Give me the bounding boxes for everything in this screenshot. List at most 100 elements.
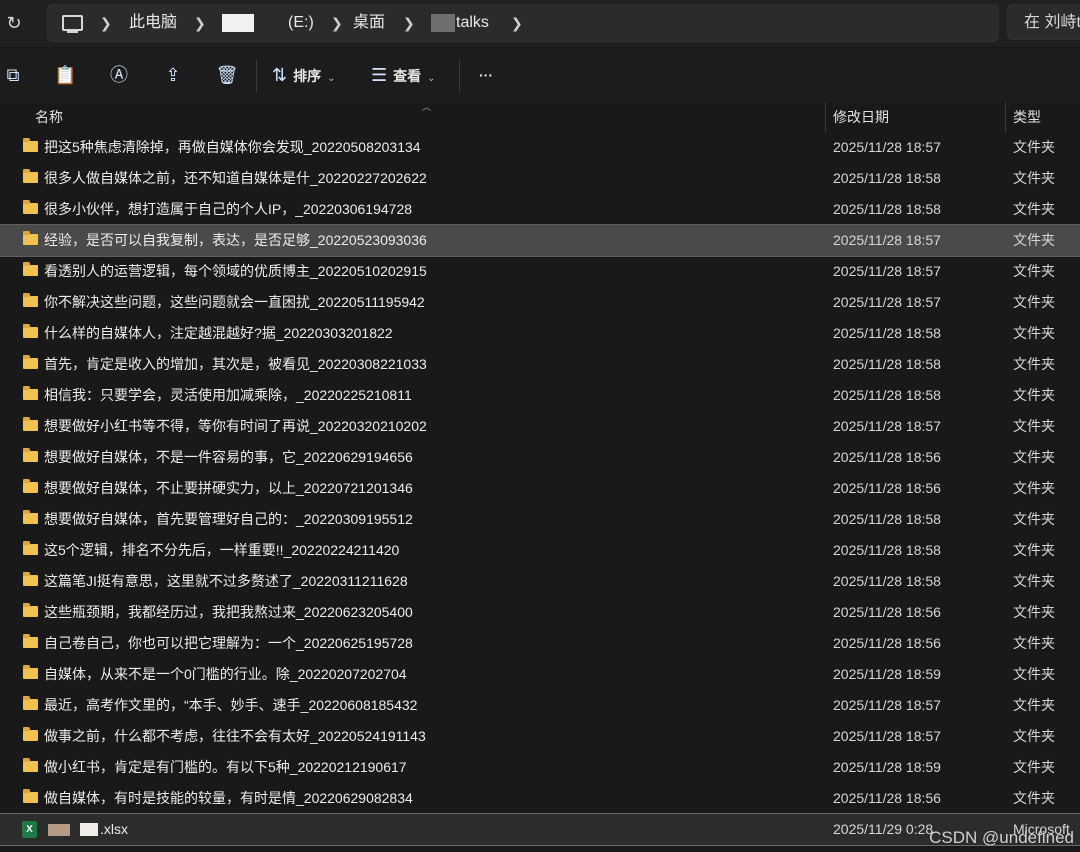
search-input[interactable]: 在 刘峙t <box>1007 4 1080 40</box>
excel-icon: X <box>22 821 37 838</box>
copy-icon[interactable]: ⧉ <box>2 61 24 89</box>
folder-icon <box>23 138 38 152</box>
list-item[interactable]: 什么样的自媒体人，注定越混越好?据_20220303201822 2025/11/… <box>0 318 1080 349</box>
folder-icon <box>23 758 38 772</box>
list-item[interactable]: 做自媒体，有时是技能的较量，有时是情_20220629082834 2025/11… <box>0 783 1080 814</box>
list-item[interactable]: 看透别人的运营逻辑，每个领域的优质博主_20220510202915 2025/1… <box>0 256 1080 287</box>
item-type: 文件夹 <box>1013 790 1055 806</box>
list-item[interactable]: 首先，肯定是收入的增加，其次是，被看见_20220308221033 2025/1… <box>0 349 1080 380</box>
list-item[interactable]: 最近，高考作文里的，“本手、妙手、速手_20220608185432 2025/1… <box>0 690 1080 721</box>
list-item-xlsx[interactable]: X .xlsx 2025/11/29 0:28 Microsoft <box>0 813 1080 846</box>
item-name: 做小红书，肯定是有门槛的。有以下5种_20220212190617 <box>44 759 407 775</box>
address-bar-row: ↻ ❯ 此电脑 ❯ (E:) ❯ 桌面 ❯ talks ❯ 在 刘峙t <box>0 0 1080 47</box>
sort-button[interactable]: ⇅ 排序 ⌄ <box>272 61 344 89</box>
folder-icon <box>23 572 38 586</box>
toolbar-divider <box>459 59 460 93</box>
item-name: .xlsx <box>100 821 128 837</box>
chevron-right-icon[interactable]: ❯ <box>403 5 415 41</box>
list-item[interactable]: 自己卷自己，你也可以把它理解为：一个_20220625195728 2025/11… <box>0 628 1080 659</box>
redacted-filename <box>80 823 98 836</box>
chevron-right-icon[interactable]: ❯ <box>511 5 523 41</box>
folder-icon <box>23 324 38 338</box>
item-type: 文件夹 <box>1013 325 1055 341</box>
item-modified: 2025/11/28 18:56 <box>833 449 941 465</box>
breadcrumb-desktop[interactable]: 桌面 <box>353 5 385 41</box>
folder-icon <box>23 634 38 648</box>
item-modified: 2025/11/28 18:58 <box>833 573 941 589</box>
item-modified: 2025/11/28 18:58 <box>833 325 941 341</box>
item-modified: 2025/11/28 18:57 <box>833 139 941 155</box>
breadcrumb-folder[interactable]: talks <box>456 5 489 41</box>
folder-icon <box>23 293 38 307</box>
item-name: 首先，肯定是收入的增加，其次是，被看见_20220308221033 <box>44 356 427 372</box>
item-name: 经验，是否可以自我复制，表达，是否足够_20220523093036 <box>44 232 427 248</box>
folder-icon <box>23 262 38 276</box>
chevron-down-icon: ⌄ <box>427 73 436 84</box>
list-item[interactable]: 你不解决这些问题，这些问题就会一直困扰_20220511195942 2025/1… <box>0 287 1080 318</box>
column-header-row: ︿ 名称 修改日期 类型 <box>0 102 1080 132</box>
item-modified: 2025/11/28 18:58 <box>833 542 941 558</box>
folder-icon <box>23 417 38 431</box>
chevron-right-icon[interactable]: ❯ <box>100 5 112 41</box>
list-item[interactable]: 这篇笔JI挺有意思，这里就不过多赘述了_20220311211628 2025/1… <box>0 566 1080 597</box>
item-type: 文件夹 <box>1013 232 1055 248</box>
chevron-down-icon: ⌄ <box>327 73 336 84</box>
item-type: 文件夹 <box>1013 759 1055 775</box>
item-modified: 2025/11/28 18:57 <box>833 697 941 713</box>
list-item[interactable]: 自媒体，从来不是一个0门槛的行业。除_20220207202704 2025/11… <box>0 659 1080 690</box>
folder-icon <box>23 603 38 617</box>
item-name: 这5个逻辑，排名不分先后，一样重要!!_20220224211420 <box>44 542 400 558</box>
toolbar-divider <box>256 59 257 93</box>
rename-icon[interactable]: Ⓐ <box>107 61 131 89</box>
folder-icon <box>23 727 38 741</box>
chevron-right-icon[interactable]: ❯ <box>194 5 206 41</box>
list-item[interactable]: 做事之前，什么都不考虑，往往不会有太好_20220524191143 2025/1… <box>0 721 1080 752</box>
column-header-type[interactable]: 类型 <box>1013 102 1041 132</box>
item-type: 文件夹 <box>1013 139 1055 155</box>
folder-icon <box>23 479 38 493</box>
list-item[interactable]: 想要做好自媒体，首先要管理好自己的：_20220309195512 2025/11… <box>0 504 1080 535</box>
item-modified: 2025/11/28 18:59 <box>833 759 941 775</box>
item-type: 文件夹 <box>1013 294 1055 310</box>
item-name: 这些瓶颈期，我都经历过，我把我熬过来_20220623205400 <box>44 604 413 620</box>
list-item[interactable]: 很多小伙伴，想打造属于自己的个人IP，_20220306194728 2025/1… <box>0 194 1080 225</box>
chevron-right-icon[interactable]: ❯ <box>331 5 343 41</box>
list-item[interactable]: 想要做好自媒体，不是一件容易的事，它_20220629194656 2025/11… <box>0 442 1080 473</box>
list-item[interactable]: 想要做好自媒体，不止要拼硬实力，以上_20220721201346 2025/11… <box>0 473 1080 504</box>
refresh-icon[interactable]: ↻ <box>4 12 24 34</box>
list-item[interactable]: 这5个逻辑，排名不分先后，一样重要!!_20220224211420 2025/1… <box>0 535 1080 566</box>
item-name: 想要做好小红书等不得，等你有时间了再说_20220320210202 <box>44 418 427 434</box>
folder-icon <box>23 789 38 803</box>
item-modified: 2025/11/28 18:59 <box>833 666 941 682</box>
list-item[interactable]: 相信我：只要学会，灵活使用加减乘除，_20220225210811 2025/11… <box>0 380 1080 411</box>
list-item[interactable]: 把这5种焦虑清除掉，再做自媒体你会发现_20220508203134 2025/1… <box>0 132 1080 163</box>
list-item[interactable]: 这些瓶颈期，我都经历过，我把我熬过来_20220623205400 2025/11… <box>0 597 1080 628</box>
item-type: 文件夹 <box>1013 263 1055 279</box>
address-bar[interactable]: ❯ 此电脑 ❯ (E:) ❯ 桌面 ❯ talks ❯ <box>47 4 999 42</box>
breadcrumb-this-pc[interactable]: 此电脑 <box>129 5 177 41</box>
list-item[interactable]: 想要做好小红书等不得，等你有时间了再说_20220320210202 2025/1… <box>0 411 1080 442</box>
item-name: 做事之前，什么都不考虑，往往不会有太好_20220524191143 <box>44 728 426 744</box>
column-divider[interactable] <box>1005 102 1006 132</box>
list-item[interactable]: 经验，是否可以自我复制，表达，是否足够_20220523093036 2025/1… <box>0 224 1080 257</box>
item-name: 很多人做自媒体之前，还不知道自媒体是什_20220227202622 <box>44 170 427 186</box>
view-label: 查看 <box>393 68 422 84</box>
item-name: 什么样的自媒体人，注定越混越好?据_20220303201822 <box>44 325 393 341</box>
delete-icon[interactable]: 🗑 <box>215 61 239 89</box>
paste-icon[interactable]: 📋 <box>54 61 76 89</box>
column-header-name[interactable]: 名称 <box>35 102 63 132</box>
share-icon[interactable]: ⇪ <box>161 61 185 89</box>
breadcrumb-drive[interactable]: (E:) <box>288 5 314 41</box>
more-options-icon[interactable]: ··· <box>474 61 498 89</box>
folder-icon <box>23 541 38 555</box>
item-name: 自媒体，从来不是一个0门槛的行业。除_20220207202704 <box>44 666 407 682</box>
item-name: 你不解决这些问题，这些问题就会一直困扰_20220511195942 <box>44 294 425 310</box>
item-type: 文件夹 <box>1013 573 1055 589</box>
column-header-modified[interactable]: 修改日期 <box>833 102 889 132</box>
list-item[interactable]: 很多人做自媒体之前，还不知道自媒体是什_20220227202622 2025/1… <box>0 163 1080 194</box>
list-item[interactable]: 做小红书，肯定是有门槛的。有以下5种_20220212190617 2025/11… <box>0 752 1080 783</box>
view-button[interactable]: ☰ 查看 ⌄ <box>371 61 451 89</box>
item-modified: 2025/11/28 18:57 <box>833 294 941 310</box>
column-divider[interactable] <box>825 102 826 132</box>
item-modified: 2025/11/28 18:58 <box>833 511 941 527</box>
